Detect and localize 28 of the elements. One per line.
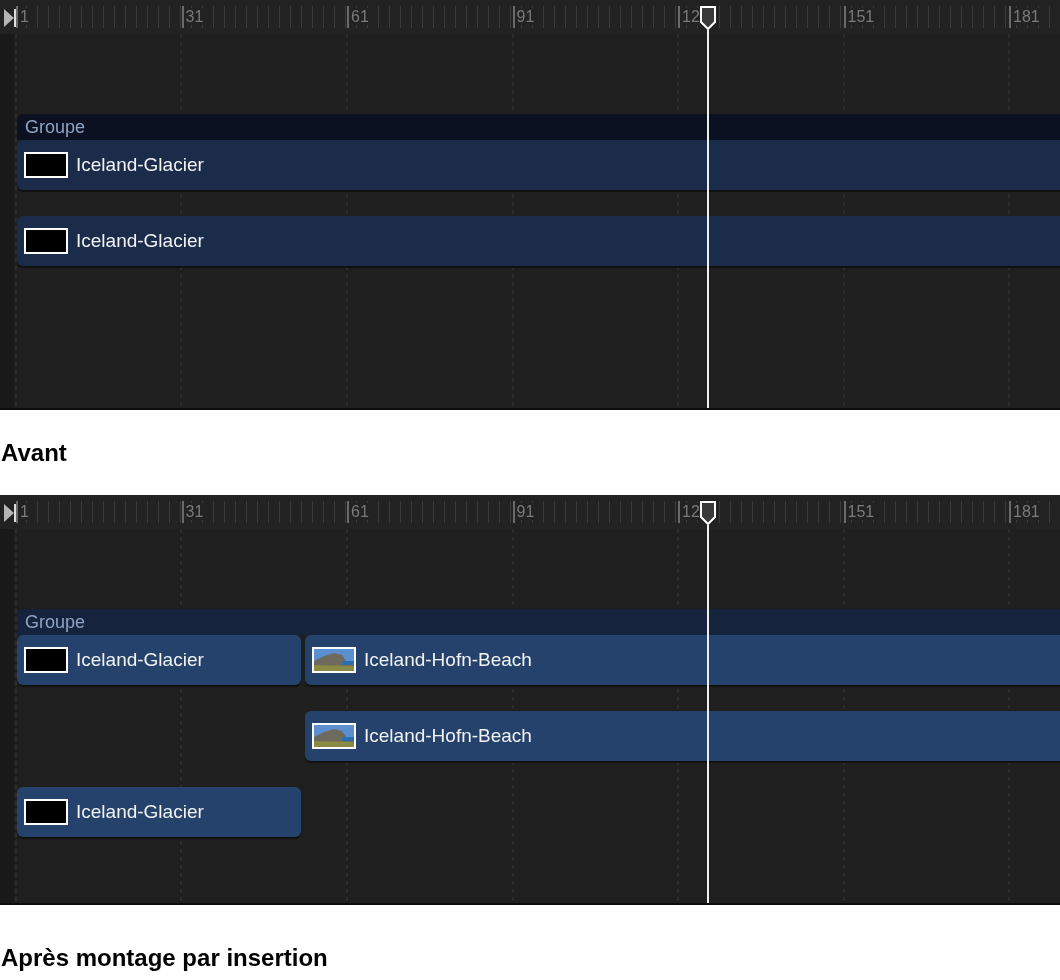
caption: Après montage par insertion	[1, 944, 328, 972]
clip-name: Iceland-Glacier	[76, 801, 204, 823]
clip[interactable]: Iceland-Glacier	[17, 140, 1060, 190]
caption: Avant	[1, 438, 67, 467]
clip-name: Iceland-Glacier	[76, 230, 204, 252]
clip-thumbnail	[24, 228, 68, 254]
frame-number: 61	[351, 8, 372, 25]
frame-number: 61	[351, 503, 372, 520]
clip-thumbnail	[24, 647, 68, 673]
start-marker-icon[interactable]	[4, 9, 16, 27]
clip[interactable]: Iceland-Glacier	[17, 787, 301, 837]
frame-number: 1	[20, 8, 32, 25]
clip[interactable]: Iceland-Hofn-Beach	[305, 711, 1060, 761]
clip-name: Iceland-Glacier	[76, 649, 204, 671]
clip[interactable]: Iceland-Glacier	[17, 216, 1060, 266]
start-marker-icon[interactable]	[4, 504, 16, 522]
playhead-handle[interactable]	[698, 501, 718, 525]
clip-thumbnail	[24, 799, 68, 825]
clip[interactable]: Iceland-Glacier	[17, 635, 301, 685]
clip-name: Iceland-Hofn-Beach	[364, 725, 532, 747]
clip-name: Iceland-Glacier	[76, 154, 204, 176]
playhead-handle[interactable]	[698, 6, 718, 30]
group-bar[interactable]: Groupe	[17, 114, 1060, 140]
frame-number: 1	[20, 503, 32, 520]
clip-name: Iceland-Hofn-Beach	[364, 649, 532, 671]
group-bar[interactable]: Groupe	[17, 609, 1060, 635]
clip[interactable]: Iceland-Hofn-Beach	[305, 635, 1060, 685]
clip-thumbnail	[24, 152, 68, 178]
